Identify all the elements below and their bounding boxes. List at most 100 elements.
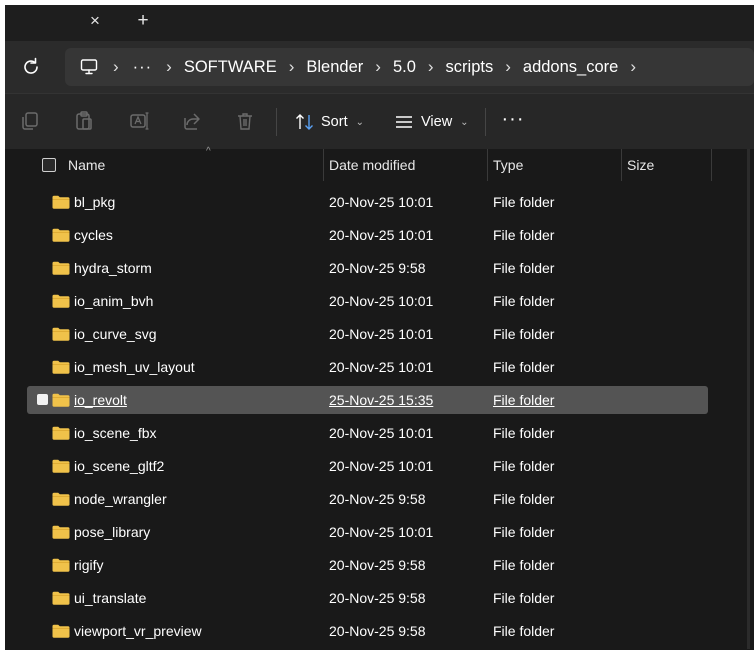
table-row[interactable]: cycles 20-Nov-25 10:01 File folder [5, 220, 754, 250]
column-divider[interactable] [487, 149, 488, 181]
breadcrumb-item-software[interactable]: SOFTWARE [184, 58, 277, 77]
file-name[interactable]: pose_library [74, 517, 150, 547]
breadcrumb-bar[interactable]: › ··· › SOFTWARE › Blender › 5.0 › scrip… [65, 48, 754, 86]
date-modified: 20-Nov-25 10:01 [329, 293, 434, 309]
table-row[interactable]: io_mesh_uv_layout 20-Nov-25 10:01 File fol… [5, 352, 754, 382]
vertical-scrollbar[interactable] [747, 149, 750, 649]
breadcrumb-separator[interactable]: › [428, 57, 434, 77]
file-name[interactable]: rigify [74, 550, 104, 580]
sort-label: Sort [321, 114, 348, 130]
date-modified: 20-Nov-25 9:58 [329, 623, 426, 639]
breadcrumb-item-addons-core[interactable]: addons_core [523, 58, 618, 77]
copy-icon[interactable] [19, 110, 41, 132]
file-name[interactable]: cycles [74, 220, 113, 250]
folder-icon [52, 459, 70, 473]
column-divider[interactable] [711, 149, 712, 181]
folder-icon [52, 426, 70, 440]
breadcrumb-item-blender[interactable]: Blender [306, 58, 363, 77]
file-type: File folder [493, 557, 555, 573]
breadcrumb-separator[interactable]: › [289, 57, 295, 77]
file-name[interactable]: hydra_storm [74, 253, 152, 283]
breadcrumb-item-scripts[interactable]: scripts [446, 58, 494, 77]
date-modified: 25-Nov-25 15:35 [329, 392, 434, 408]
file-type: File folder [493, 392, 555, 408]
file-type: File folder [493, 425, 555, 441]
file-name[interactable]: io_curve_svg [74, 319, 157, 349]
table-row[interactable]: pose_library 20-Nov-25 10:01 File folder [5, 517, 754, 547]
folder-icon [52, 558, 70, 572]
column-divider[interactable] [621, 149, 622, 181]
file-name[interactable]: viewport_vr_preview [74, 616, 202, 646]
folder-icon [52, 294, 70, 308]
breadcrumb-separator[interactable]: › [505, 57, 511, 77]
file-type: File folder [493, 260, 555, 276]
date-modified: 20-Nov-25 9:58 [329, 491, 426, 507]
folder-icon [52, 261, 70, 275]
table-row[interactable]: hydra_storm 20-Nov-25 9:58 File folder [5, 253, 754, 283]
table-row[interactable]: io_revolt 25-Nov-25 15:35 File folder [5, 385, 754, 415]
table-row[interactable]: io_curve_svg 20-Nov-25 10:01 File folder [5, 319, 754, 349]
table-row[interactable]: io_scene_fbx 20-Nov-25 10:01 File folder [5, 418, 754, 448]
file-name[interactable]: bl_pkg [74, 187, 115, 217]
folder-icon [52, 360, 70, 374]
file-type: File folder [493, 458, 555, 474]
delete-icon[interactable] [234, 110, 256, 132]
new-tab-icon[interactable]: + [131, 8, 155, 34]
command-bar: Sort ⌄ View ⌄ ··· [5, 93, 754, 150]
column-header-type[interactable]: Type [493, 149, 523, 181]
close-tab-icon[interactable]: × [83, 8, 107, 34]
column-header-date-modified[interactable]: Date modified [329, 149, 415, 181]
column-header-size[interactable]: Size [627, 149, 654, 181]
table-row[interactable]: rigify 20-Nov-25 9:58 File folder [5, 550, 754, 580]
more-options-button[interactable]: ··· [501, 108, 525, 134]
file-type: File folder [493, 590, 555, 606]
table-row[interactable]: ui_translate 20-Nov-25 9:58 File folder [5, 583, 754, 613]
table-row[interactable]: bl_pkg 20-Nov-25 10:01 File folder [5, 187, 754, 217]
folder-icon [52, 624, 70, 638]
column-divider[interactable] [323, 149, 324, 181]
file-type: File folder [493, 524, 555, 540]
refresh-icon[interactable] [19, 55, 43, 79]
file-name[interactable]: io_mesh_uv_layout [74, 352, 195, 382]
file-name[interactable]: io_revolt [74, 385, 127, 415]
file-type: File folder [493, 227, 555, 243]
breadcrumb-separator[interactable]: › [630, 57, 636, 77]
table-row[interactable]: io_anim_bvh 20-Nov-25 10:01 File folder [5, 286, 754, 316]
file-type: File folder [493, 359, 555, 375]
folder-icon [52, 492, 70, 506]
folder-icon [52, 327, 70, 341]
breadcrumb-item-version[interactable]: 5.0 [393, 58, 416, 77]
file-name[interactable]: io_scene_gltf2 [74, 451, 164, 481]
folder-icon [52, 228, 70, 242]
date-modified: 20-Nov-25 10:01 [329, 458, 434, 474]
row-checkbox[interactable] [37, 394, 48, 405]
file-name[interactable]: ui_translate [74, 583, 146, 613]
folder-icon [52, 393, 70, 407]
table-row[interactable]: node_wrangler 20-Nov-25 9:58 File folder [5, 484, 754, 514]
paste-icon[interactable] [73, 110, 95, 132]
folder-icon [52, 195, 70, 209]
toolbar-divider [485, 108, 486, 136]
share-icon[interactable] [181, 110, 203, 132]
address-bar-row: › ··· › SOFTWARE › Blender › 5.0 › scrip… [5, 41, 754, 93]
column-header-name[interactable]: Name [68, 149, 105, 181]
breadcrumb-separator: › [113, 57, 119, 76]
file-type: File folder [493, 326, 555, 342]
sort-button[interactable]: Sort ⌄ [294, 108, 364, 136]
view-button[interactable]: View ⌄ [393, 108, 469, 136]
column-header: ^ Name Date modified Type Size [5, 146, 754, 183]
file-name[interactable]: io_scene_fbx [74, 418, 157, 448]
file-name[interactable]: io_anim_bvh [74, 286, 153, 316]
rename-icon[interactable] [128, 110, 150, 132]
breadcrumb-overflow-button[interactable]: ··· [133, 58, 152, 77]
file-name[interactable]: node_wrangler [74, 484, 167, 514]
date-modified: 20-Nov-25 10:01 [329, 326, 434, 342]
table-row[interactable]: io_scene_gltf2 20-Nov-25 10:01 File folder [5, 451, 754, 481]
date-modified: 20-Nov-25 9:58 [329, 557, 426, 573]
date-modified: 20-Nov-25 10:01 [329, 359, 434, 375]
file-type: File folder [493, 623, 555, 639]
breadcrumb-separator[interactable]: › [375, 57, 381, 77]
select-all-checkbox[interactable] [42, 158, 56, 172]
this-pc-icon[interactable] [79, 57, 99, 77]
table-row[interactable]: viewport_vr_preview 20-Nov-25 9:58 File fo… [5, 616, 754, 646]
